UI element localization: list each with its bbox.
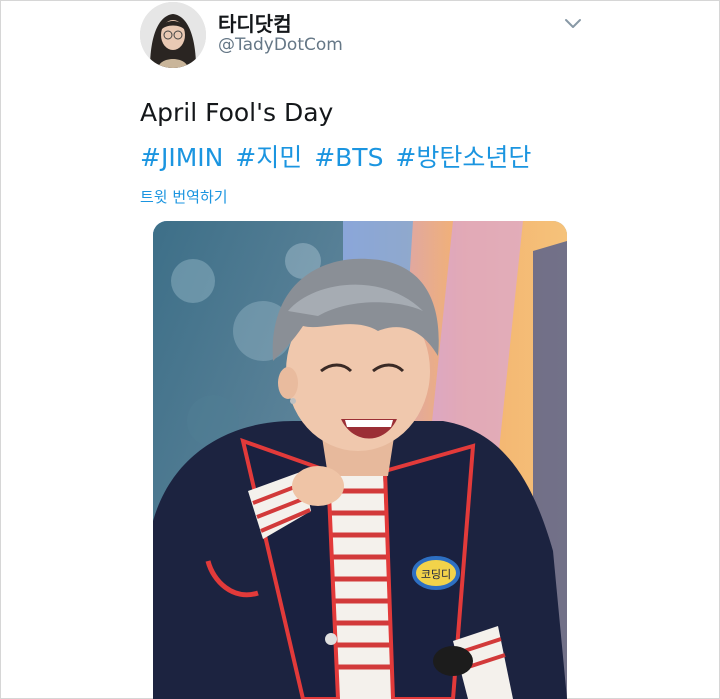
author-handle[interactable]: @TadyDotCom <box>218 35 343 55</box>
tweet-photo[interactable]: 코딩디 <box>153 221 567 699</box>
hashtag-link[interactable]: #방탄소년단 <box>395 143 531 172</box>
hashtag-link[interactable]: #지민 <box>235 143 302 172</box>
hashtag-list: #JIMIN #지민 #BTS #방탄소년단 <box>140 138 535 174</box>
tweet-text: April Fool's Day <box>140 98 334 127</box>
photo-illustration: 코딩디 <box>153 221 567 699</box>
chevron-down-icon[interactable] <box>563 16 583 32</box>
avatar-photo <box>140 2 206 68</box>
hashtag-link[interactable]: #BTS <box>314 143 383 172</box>
author-display-name[interactable]: 타디닷컴 <box>218 8 292 37</box>
hashtag-link[interactable]: #JIMIN <box>140 143 223 172</box>
jacket-badge-text: 코딩디 <box>421 568 451 581</box>
translate-tweet-link[interactable]: 트윗 번역하기 <box>140 186 228 207</box>
author-avatar[interactable] <box>140 2 206 68</box>
